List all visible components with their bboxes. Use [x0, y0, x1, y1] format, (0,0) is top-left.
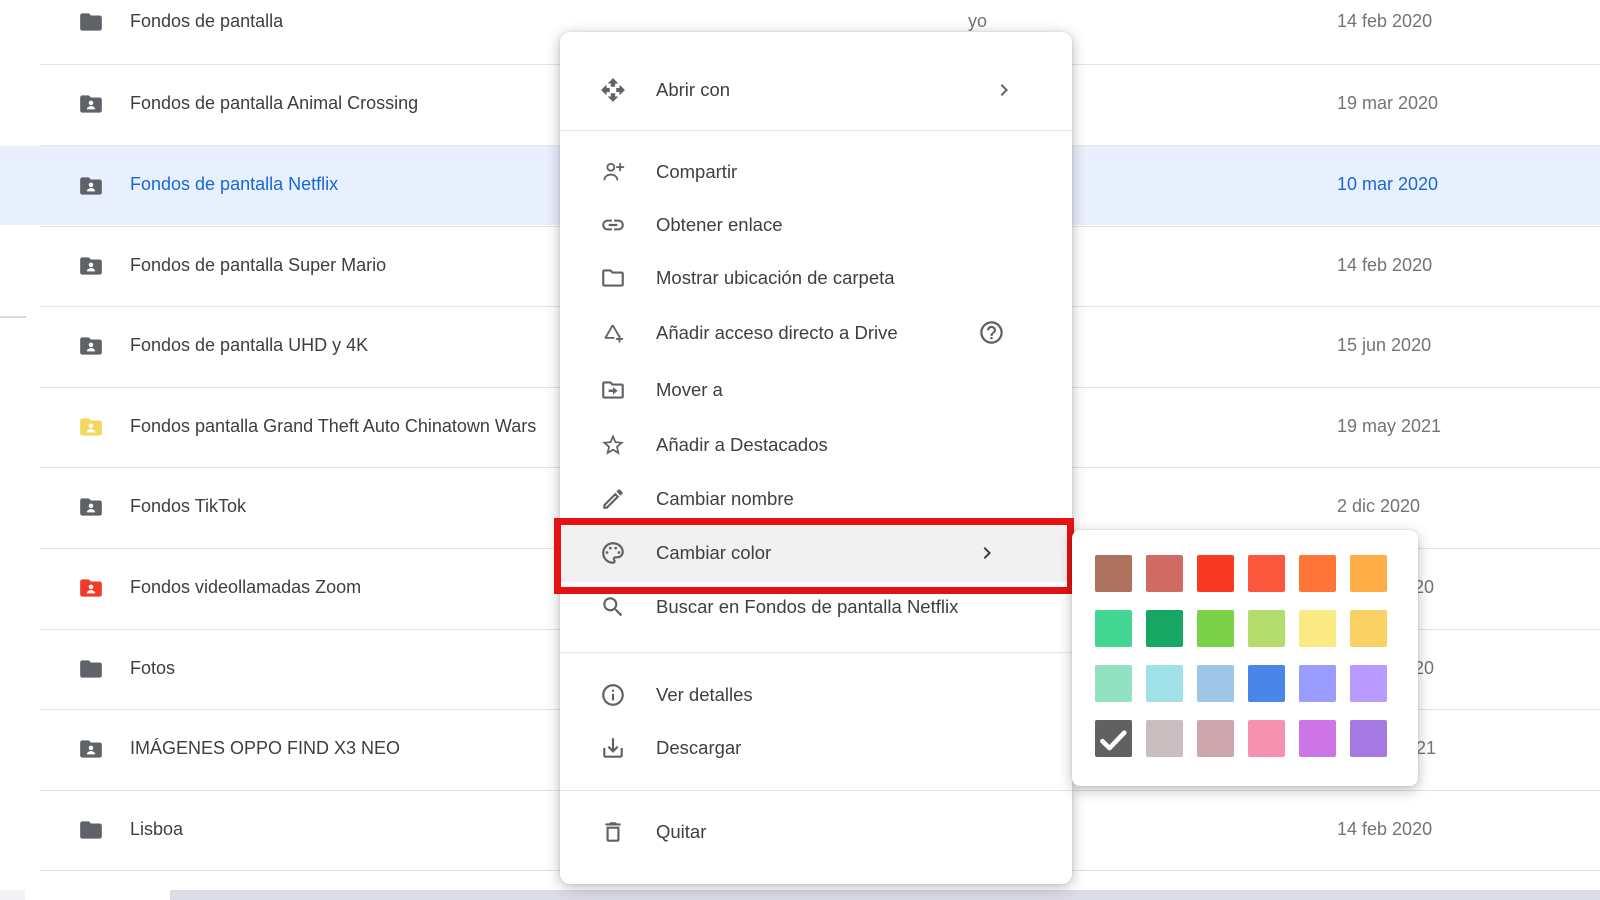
file-name: Fondos de pantalla Super Mario [130, 255, 386, 276]
file-date: 14 feb 2020 [1337, 819, 1432, 840]
pencil-icon [600, 486, 626, 512]
folder-icon [78, 9, 104, 35]
download-icon [600, 735, 626, 761]
color-swatch[interactable] [1197, 610, 1234, 647]
open-with-icon [600, 77, 626, 103]
help-icon[interactable] [978, 319, 1005, 346]
file-name: Fondos de pantalla Animal Crossing [130, 93, 418, 114]
color-swatch[interactable] [1146, 720, 1183, 757]
menu-item-descargar[interactable]: Descargar [560, 721, 1072, 775]
menu-item-ver-detalles[interactable]: Ver detalles [560, 668, 1072, 722]
color-swatch[interactable] [1350, 720, 1387, 757]
shared-folder-icon [78, 333, 104, 359]
file-date: 2 dic 2020 [1337, 496, 1420, 517]
shared-folder-icon [78, 173, 104, 199]
color-swatch[interactable] [1095, 665, 1132, 702]
file-name: Fondos de pantalla Netflix [130, 174, 338, 195]
context-menu: Abrir con Compartir Obtener enlace Mostr… [560, 32, 1072, 884]
folder-outline-icon [600, 265, 626, 291]
file-name: IMÁGENES OPPO FIND X3 NEO [130, 738, 400, 759]
trash-icon [600, 819, 626, 845]
file-name: Fondos de pantalla [130, 11, 283, 32]
file-name: Fotos [130, 658, 175, 679]
color-swatch[interactable] [1350, 610, 1387, 647]
person-add-icon [600, 159, 626, 185]
color-swatch[interactable] [1095, 555, 1132, 592]
info-icon [600, 682, 626, 708]
file-date: 19 mar 2020 [1337, 93, 1438, 114]
menu-divider [560, 130, 1072, 131]
folder-icon [78, 817, 104, 843]
color-swatch[interactable] [1350, 665, 1387, 702]
color-swatch[interactable] [1146, 665, 1183, 702]
menu-item-quitar[interactable]: Quitar [560, 805, 1072, 859]
file-date: 15 jun 2020 [1337, 335, 1431, 356]
menu-divider [560, 652, 1072, 653]
color-swatch[interactable] [1248, 555, 1285, 592]
color-swatch[interactable] [1248, 610, 1285, 647]
color-swatch[interactable] [1299, 610, 1336, 647]
file-name: Lisboa [130, 819, 183, 840]
color-swatch[interactable] [1299, 720, 1336, 757]
menu-item-compartir[interactable]: Compartir [560, 145, 1072, 199]
color-swatch[interactable] [1299, 555, 1336, 592]
search-icon [600, 594, 626, 620]
shared-folder-icon [78, 414, 104, 440]
menu-item-mostrar-ubicacion[interactable]: Mostrar ubicación de carpeta [560, 251, 1072, 305]
file-name: Fondos pantalla Grand Theft Auto Chinato… [130, 416, 536, 437]
owner-label: yo [968, 11, 987, 32]
bottom-strip [0, 890, 25, 900]
color-swatch[interactable] [1350, 555, 1387, 592]
color-swatch[interactable] [1095, 610, 1132, 647]
color-picker-panel [1072, 530, 1418, 786]
link-icon [600, 212, 626, 238]
menu-item-abrir-con[interactable]: Abrir con [560, 63, 1072, 117]
color-grid [1072, 530, 1418, 786]
color-swatch[interactable] [1146, 555, 1183, 592]
color-swatch[interactable] [1197, 720, 1234, 757]
menu-item-anadir-acceso-directo[interactable]: Añadir acceso directo a Drive [560, 306, 1072, 360]
left-edge-tick [0, 316, 26, 318]
folder-icon [78, 656, 104, 682]
color-swatch[interactable] [1197, 665, 1234, 702]
menu-item-mover-a[interactable]: Mover a [560, 363, 1072, 417]
color-swatch[interactable] [1248, 720, 1285, 757]
color-swatch[interactable] [1146, 610, 1183, 647]
menu-item-obtener-enlace[interactable]: Obtener enlace [560, 198, 1072, 252]
submenu-arrow-icon [992, 78, 1016, 102]
file-name: Fondos videollamadas Zoom [130, 577, 361, 598]
menu-divider [560, 790, 1072, 791]
file-date: 14 feb 2020 [1337, 11, 1432, 32]
file-name: Fondos TikTok [130, 496, 246, 517]
add-shortcut-to-drive-icon [600, 320, 626, 346]
file-date: 14 feb 2020 [1337, 255, 1432, 276]
star-outline-icon [600, 432, 626, 458]
move-to-folder-icon [600, 377, 626, 403]
shared-folder-icon [78, 736, 104, 762]
color-swatch[interactable] [1197, 555, 1234, 592]
bottom-strip [25, 890, 170, 900]
shared-folder-icon [78, 494, 104, 520]
color-swatch[interactable] [1095, 720, 1132, 757]
checkmark-icon [1096, 722, 1130, 756]
file-date: 10 mar 2020 [1337, 174, 1438, 195]
menu-item-destacados[interactable]: Añadir a Destacados [560, 418, 1072, 472]
color-swatch[interactable] [1299, 665, 1336, 702]
file-date: 19 may 2021 [1337, 416, 1441, 437]
bottom-strip [170, 890, 1600, 900]
shared-folder-icon [78, 253, 104, 279]
color-swatch[interactable] [1248, 665, 1285, 702]
annotation-highlight-box [554, 518, 1074, 594]
shared-folder-icon [78, 575, 104, 601]
shared-folder-icon [78, 91, 104, 117]
file-name: Fondos de pantalla UHD y 4K [130, 335, 368, 356]
